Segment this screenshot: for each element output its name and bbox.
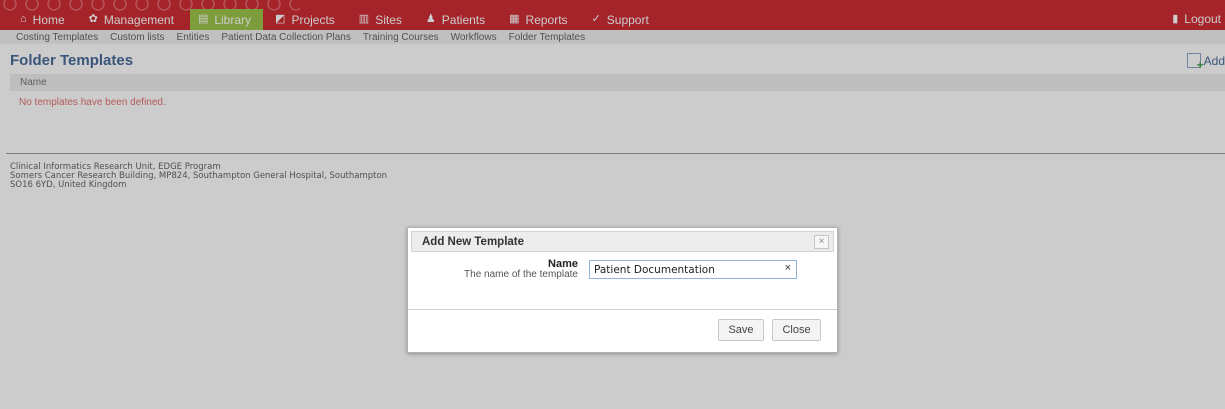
dialog-title: Add New Template [422,236,525,248]
name-input-container: × [589,260,797,279]
clear-input-icon[interactable]: × [785,262,791,274]
close-icon[interactable]: × [814,235,829,249]
dialog-titlebar[interactable]: Add New Template × [411,231,834,252]
dialog-divider [408,309,837,310]
add-template-dialog: Add New Template × Name The name of the … [407,227,838,353]
name-field-description: The name of the template [464,269,578,280]
close-button[interactable]: Close [772,319,821,341]
template-name-input[interactable] [590,261,778,278]
save-button[interactable]: Save [718,319,764,341]
